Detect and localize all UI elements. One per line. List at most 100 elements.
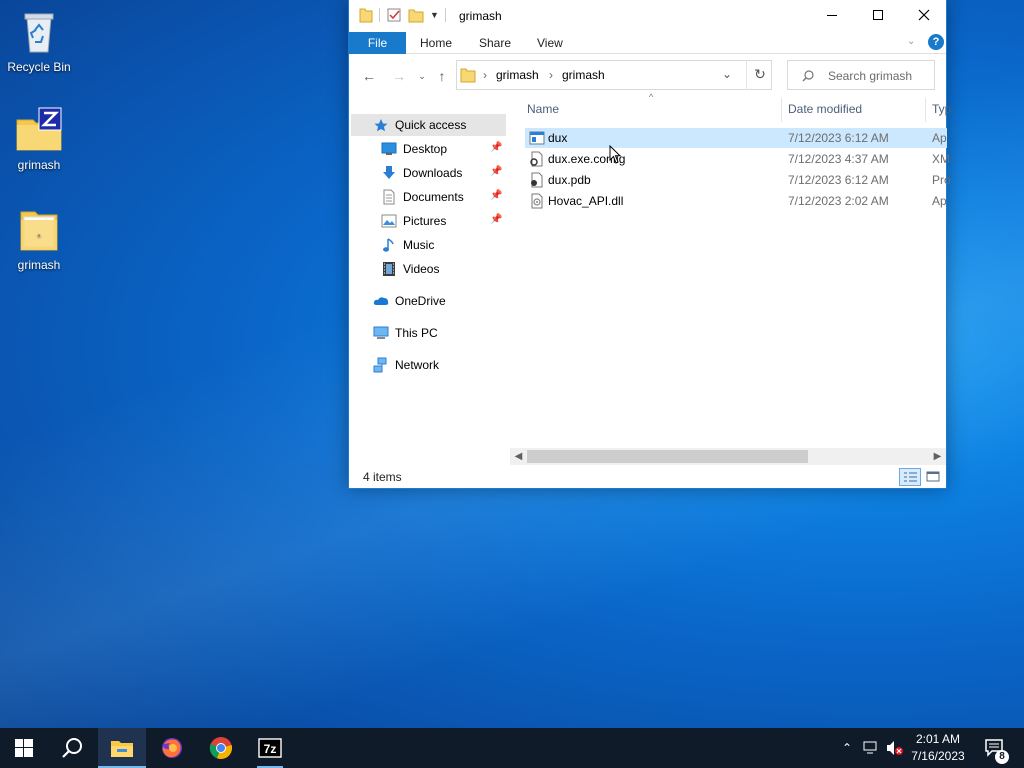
desktop-icon-grimash-archive[interactable]: grimash — [0, 106, 78, 172]
up-arrow-icon: ↑ — [438, 68, 446, 84]
taskbar-clock[interactable]: 2:01 AM 7/16/2023 — [900, 731, 976, 765]
pin-icon[interactable]: 📌 — [490, 166, 502, 177]
action-center-button[interactable]: 8 — [980, 728, 1010, 768]
breadcrumb-segment[interactable]: grimash — [562, 68, 605, 82]
network-disconnected-icon — [863, 741, 877, 754]
column-header-name[interactable]: Name — [527, 102, 559, 116]
nav-item-label: Desktop — [403, 142, 448, 156]
maximize-button[interactable] — [855, 0, 901, 30]
tab-view[interactable]: View — [537, 32, 563, 54]
chevron-up-icon: ⌃ — [841, 741, 853, 755]
nav-item-this-pc[interactable]: This PC — [373, 322, 438, 344]
close-button[interactable] — [901, 0, 947, 30]
recent-locations-button[interactable]: ⌄ — [412, 66, 432, 86]
tab-file[interactable]: File — [349, 32, 406, 54]
pin-icon[interactable]: 📌 — [490, 214, 502, 225]
toolbar-separator — [379, 8, 380, 22]
nav-item-documents[interactable]: Documents — [381, 186, 464, 208]
chevron-down-icon[interactable]: ▼ — [430, 10, 439, 20]
status-bar: 4 items — [349, 466, 946, 488]
chrome-icon — [209, 737, 233, 759]
file-row[interactable]: dux.pdb 7/12/2023 6:12 AM Pro — [525, 170, 951, 190]
svg-text:•: • — [38, 231, 41, 240]
desktop-icon-grimash-folder[interactable]: • grimash — [0, 206, 78, 272]
network-status-button[interactable] — [860, 728, 882, 768]
file-explorer-icon — [111, 741, 133, 757]
nav-item-label: Documents — [403, 190, 464, 204]
nav-item-network[interactable]: Network — [373, 354, 439, 376]
desktop-icon-recycle-bin[interactable]: Recycle Bin — [0, 8, 78, 74]
file-date-modified: 7/12/2023 4:37 AM — [788, 152, 889, 166]
help-icon[interactable]: ? — [928, 34, 944, 50]
file-row[interactable]: dux 7/12/2023 6:12 AM Ap — [525, 128, 947, 148]
nav-item-videos[interactable]: Videos — [381, 258, 439, 280]
nav-item-label: Network — [395, 358, 440, 372]
search-box[interactable]: Search grimash — [787, 60, 935, 90]
column-header-date-modified[interactable]: Date modified — [788, 102, 862, 116]
file-type: Ap — [932, 194, 947, 208]
breadcrumb-separator-icon: › — [549, 68, 553, 82]
nav-item-downloads[interactable]: Downloads — [381, 162, 462, 184]
refresh-button[interactable]: ↻ — [746, 60, 773, 90]
file-list-header: ^ Name Date modified Typ — [519, 92, 951, 122]
taskbar-firefox[interactable] — [148, 728, 196, 768]
up-button[interactable]: ↑ — [432, 66, 452, 86]
scroll-left-icon[interactable]: ◀ — [510, 448, 527, 465]
nav-item-label: OneDrive — [395, 294, 446, 308]
star-icon — [373, 117, 389, 133]
scrollbar-thumb[interactable] — [527, 450, 808, 463]
file-row[interactable]: dux.exe.config 7/12/2023 4:37 AM XM — [525, 149, 950, 169]
show-hidden-icons-button[interactable]: ⌃ — [836, 728, 858, 768]
ribbon-tabs: File Home Share View ⌄ ? — [349, 32, 946, 54]
minimize-button[interactable] — [809, 0, 855, 30]
column-header-type[interactable]: Typ — [932, 102, 951, 116]
column-divider[interactable] — [925, 98, 926, 122]
chevron-down-icon: ⌄ — [418, 71, 426, 81]
nav-item-quick-access[interactable]: Quick access — [351, 114, 506, 136]
pin-icon[interactable]: 📌 — [490, 142, 502, 153]
clock-date: 7/16/2023 — [911, 749, 965, 763]
nav-item-desktop[interactable]: Desktop — [381, 138, 447, 160]
file-date-modified: 7/12/2023 6:12 AM — [788, 173, 889, 187]
search-icon — [802, 70, 814, 82]
tab-home[interactable]: Home — [420, 32, 452, 54]
scroll-right-icon[interactable]: ▶ — [929, 448, 946, 465]
file-explorer-window: ▼ grimash File Home Share View ⌄ ? ← → ⌄… — [348, 0, 951, 489]
expand-ribbon-icon[interactable]: ⌄ — [907, 36, 915, 47]
windows-logo-icon — [15, 739, 33, 757]
recycle-bin-icon — [15, 8, 63, 56]
pictures-icon — [381, 213, 397, 229]
taskbar-file-explorer[interactable] — [98, 728, 146, 768]
nav-item-label: Downloads — [403, 166, 463, 180]
taskbar-7zip[interactable]: 7z — [246, 728, 294, 768]
taskbar-chrome[interactable] — [197, 728, 245, 768]
desktop-icon-label: Recycle Bin — [7, 60, 71, 74]
taskbar: 7z ⌃ 2:01 AM 7/16/2023 8 — [0, 728, 1024, 768]
chevron-down-icon[interactable]: ⌄ — [722, 67, 732, 81]
document-icon — [381, 189, 397, 205]
forward-button[interactable]: → — [389, 66, 409, 86]
large-icons-view-icon — [926, 471, 940, 482]
nav-item-music[interactable]: Music — [381, 234, 434, 256]
back-button[interactable]: ← — [359, 66, 379, 86]
clock-time: 2:01 AM — [915, 732, 961, 746]
pin-icon[interactable]: 📌 — [490, 190, 502, 201]
start-button[interactable] — [0, 728, 48, 768]
mouse-cursor-icon — [609, 145, 622, 164]
breadcrumb-segment[interactable]: grimash — [496, 68, 539, 82]
nav-item-onedrive[interactable]: OneDrive — [373, 290, 446, 312]
address-bar[interactable]: › grimash › grimash ⌄ — [456, 60, 772, 90]
column-divider[interactable] — [781, 98, 782, 122]
new-folder-icon[interactable] — [408, 7, 424, 23]
horizontal-scrollbar[interactable]: ◀ ▶ — [510, 448, 946, 465]
desktop-icon-label: grimash — [17, 258, 61, 272]
details-view-button[interactable] — [899, 468, 921, 486]
search-button[interactable] — [48, 728, 96, 768]
tab-share[interactable]: Share — [479, 32, 511, 54]
large-icons-view-button[interactable] — [924, 468, 944, 486]
nav-item-pictures[interactable]: Pictures — [381, 210, 446, 232]
title-bar[interactable]: ▼ grimash — [349, 0, 946, 32]
properties-icon[interactable] — [386, 7, 402, 23]
folder-icon: • — [15, 206, 63, 254]
file-row[interactable]: Hovac_API.dll 7/12/2023 2:02 AM Ap — [525, 191, 947, 211]
